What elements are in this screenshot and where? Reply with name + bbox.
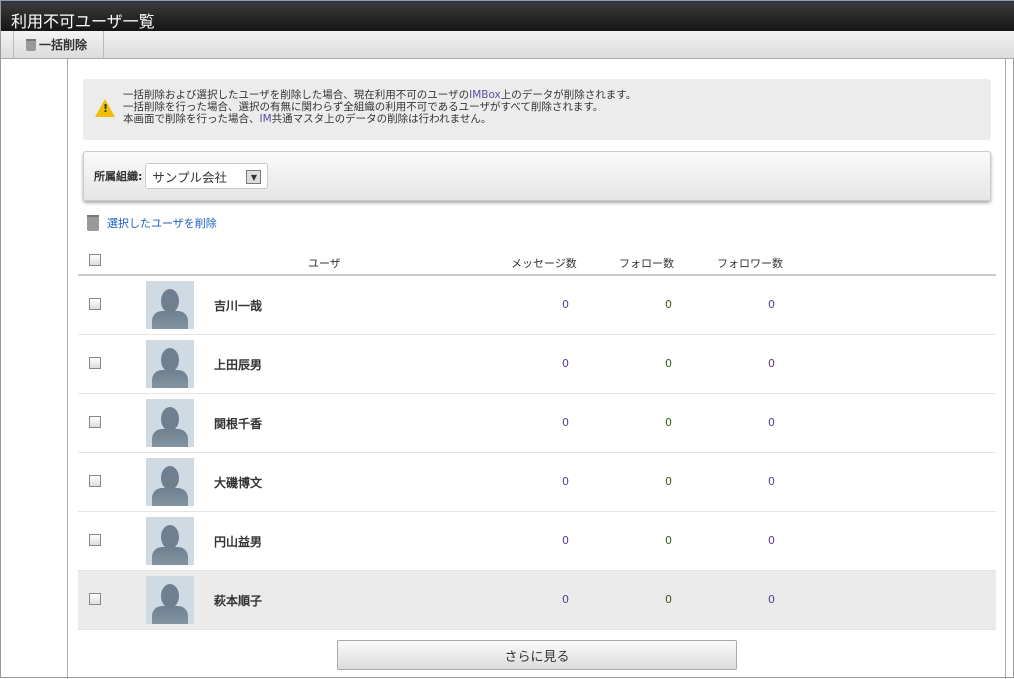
follow-count: 0 [665,534,672,547]
column-follows: フォロー数 [619,257,674,270]
divider [67,59,68,679]
message-count: 0 [562,534,569,547]
row-checkbox[interactable] [89,593,101,605]
message-count: 0 [562,475,569,488]
select-all-checkbox[interactable] [89,254,101,266]
table-row: 大磯博文 0 0 0 [78,453,996,512]
chevron-down-icon: ▼ [246,170,262,184]
user-name[interactable]: 円山益男 [214,533,262,550]
delete-selected-label: 選択したユーザを削除 [107,217,217,230]
warning-text: IM [259,113,272,125]
user-name[interactable]: 関根千香 [214,415,262,432]
column-messages: メッセージ数 [511,257,577,270]
warning-text: 上のデータが削除されます。 [500,89,637,101]
follower-count: 0 [768,593,775,606]
row-checkbox[interactable] [89,475,101,487]
follower-count: 0 [768,534,775,547]
avatar [146,458,194,506]
user-name[interactable]: 吉川一哉 [214,297,262,314]
warning-box: ! 一括削除および選択したユーザを削除した場合、現在利用不可のユーザのIMBox… [83,79,991,140]
row-checkbox[interactable] [89,534,101,546]
organization-select[interactable]: サンプル会社 ▼ [145,163,269,189]
user-name[interactable]: 大磯博文 [214,474,262,491]
message-count: 0 [562,298,569,311]
warning-text: 本画面で削除を行った場合、 [123,113,260,125]
table-row: 関根千香 0 0 0 [78,394,996,453]
delete-selected-link[interactable]: 選択したユーザを削除 [87,215,217,231]
user-name[interactable]: 萩本順子 [214,592,262,609]
column-followers: フォロワー数 [717,257,783,270]
bulk-delete-button[interactable]: 一括削除 [13,31,104,58]
table-header: ユーザ メッセージ数 フォロー数 フォロワー数 [78,253,996,276]
avatar [146,517,194,565]
table-row: 円山益男 0 0 0 [78,512,996,571]
message-count: 0 [562,593,569,606]
row-checkbox[interactable] [89,298,101,310]
row-checkbox[interactable] [89,416,101,428]
avatar [146,399,194,447]
filter-panel: 所属組織: サンプル会社 ▼ [83,151,991,201]
toolbar: 一括削除 [1,31,1014,59]
follow-count: 0 [665,357,672,370]
follow-count: 0 [665,593,672,606]
column-user: ユーザ [308,257,341,270]
follow-count: 0 [665,475,672,488]
follower-count: 0 [768,298,775,311]
warning-icon: ! [95,99,115,117]
follower-count: 0 [768,475,775,488]
show-more-button[interactable]: さらに見る [337,640,737,670]
follower-count: 0 [768,357,775,370]
follower-count: 0 [768,416,775,429]
follow-count: 0 [665,416,672,429]
table-row: 萩本順子 0 0 0 [78,571,996,630]
bulk-delete-label: 一括削除 [39,38,88,52]
table-row: 吉川一哉 0 0 0 [78,276,996,335]
warning-text: 共通マスタ上のデータの削除は行われません。 [271,113,492,125]
trash-icon [87,215,99,231]
table-row: 上田辰男 0 0 0 [78,335,996,394]
message-count: 0 [562,357,569,370]
organization-value: サンプル会社 [152,169,228,185]
row-checkbox[interactable] [89,357,101,369]
user-name[interactable]: 上田辰男 [214,356,262,373]
follow-count: 0 [665,298,672,311]
warning-text: 一括削除および選択したユーザを削除した場合、現在利用不可のユーザの [123,89,470,101]
avatar [146,281,194,329]
page-title: 利用不可ユーザ一覧 [1,1,1014,31]
organization-label: 所属組織: [94,170,143,183]
message-count: 0 [562,416,569,429]
warning-text: 一括削除を行った場合、選択の有無に関わらず全組織の利用不可であるユーザがすべて削… [123,101,604,113]
avatar [146,340,194,388]
trash-icon [26,38,36,51]
avatar [146,576,194,624]
warning-text: IMBox [469,89,501,101]
divider [1005,59,1006,679]
